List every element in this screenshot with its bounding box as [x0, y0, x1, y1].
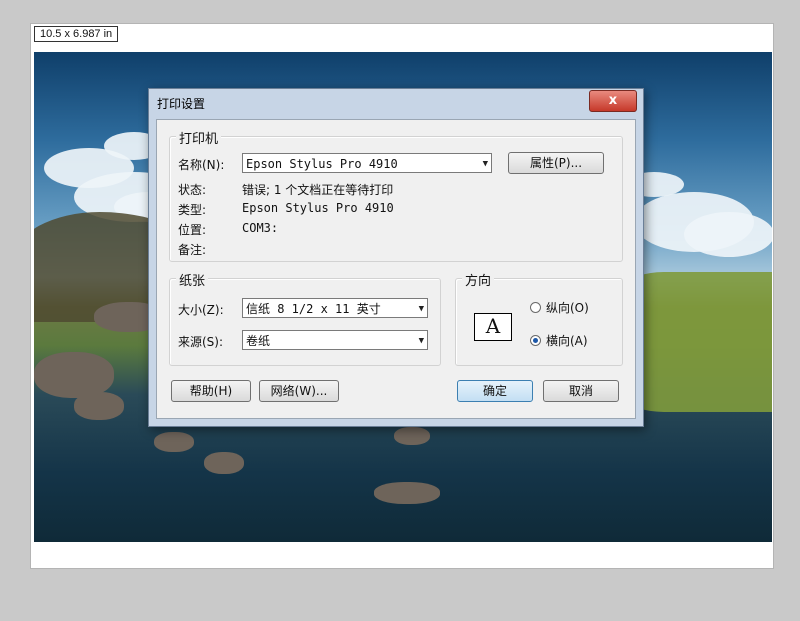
dialog-client-area: 打印机 名称(N): Epson Stylus Pro 4910 ▼ 属性(P)…: [156, 119, 636, 419]
chevron-down-icon: ▼: [418, 304, 424, 314]
comment-label: 备注:: [178, 243, 207, 257]
paper-source-value: 卷纸: [246, 334, 271, 348]
print-setup-dialog: 打印设置 x 打印机 名称(N): Epson Stylus Pro 4910 …: [148, 88, 644, 427]
title-bar[interactable]: 打印设置 x: [149, 89, 643, 117]
cancel-button[interactable]: 取消: [543, 380, 619, 402]
paper-source-select[interactable]: 卷纸 ▼: [242, 330, 428, 350]
printer-name-label: 名称(N):: [178, 158, 225, 172]
chevron-down-icon: ▼: [482, 159, 488, 169]
chevron-down-icon: ▼: [418, 336, 424, 346]
paper-group-legend: 纸张: [176, 270, 209, 289]
portrait-label[interactable]: 纵向(O): [546, 299, 589, 316]
paper-size-select[interactable]: 信纸 8 1/2 x 11 英寸 ▼: [242, 298, 428, 318]
status-label: 状态:: [178, 183, 207, 197]
where-value: COM3:: [242, 221, 279, 235]
printer-group: 打印机 名称(N): Epson Stylus Pro 4910 ▼ 属性(P)…: [169, 128, 623, 262]
network-button[interactable]: 网络(W)...: [259, 380, 339, 402]
properties-button[interactable]: 属性(P)...: [508, 152, 604, 174]
close-button[interactable]: x: [589, 90, 637, 112]
printer-name-value: Epson Stylus Pro 4910: [246, 157, 398, 171]
status-value: 错误; 1 个文档正在等待打印: [242, 183, 394, 197]
paper-size-label: 10.5 x 6.987 in: [34, 26, 119, 42]
type-label: 类型:: [178, 203, 207, 217]
landscape-radio[interactable]: [530, 335, 541, 346]
printer-group-legend: 打印机: [176, 128, 222, 147]
ok-button[interactable]: 确定: [457, 380, 533, 402]
printer-name-select[interactable]: Epson Stylus Pro 4910 ▼: [242, 153, 492, 173]
portrait-radio[interactable]: [530, 302, 541, 313]
landscape-label[interactable]: 横向(A): [546, 332, 588, 349]
orientation-group: 方向 A 纵向(O) 横向(A): [455, 270, 623, 366]
type-value: Epson Stylus Pro 4910: [242, 201, 394, 215]
where-label: 位置:: [178, 223, 207, 237]
paper-group: 纸张 大小(Z): 信纸 8 1/2 x 11 英寸 ▼ 来源(S): 卷纸 ▼: [169, 270, 441, 366]
paper-source-label: 来源(S):: [178, 335, 224, 349]
landscape-page-icon: A: [474, 313, 512, 341]
paper-size-label-text: 大小(Z):: [178, 303, 224, 317]
orientation-group-legend: 方向: [462, 270, 495, 289]
dialog-title: 打印设置: [157, 97, 206, 111]
paper-size-value: 信纸 8 1/2 x 11 英寸: [246, 302, 381, 316]
help-button[interactable]: 帮助(H): [171, 380, 251, 402]
